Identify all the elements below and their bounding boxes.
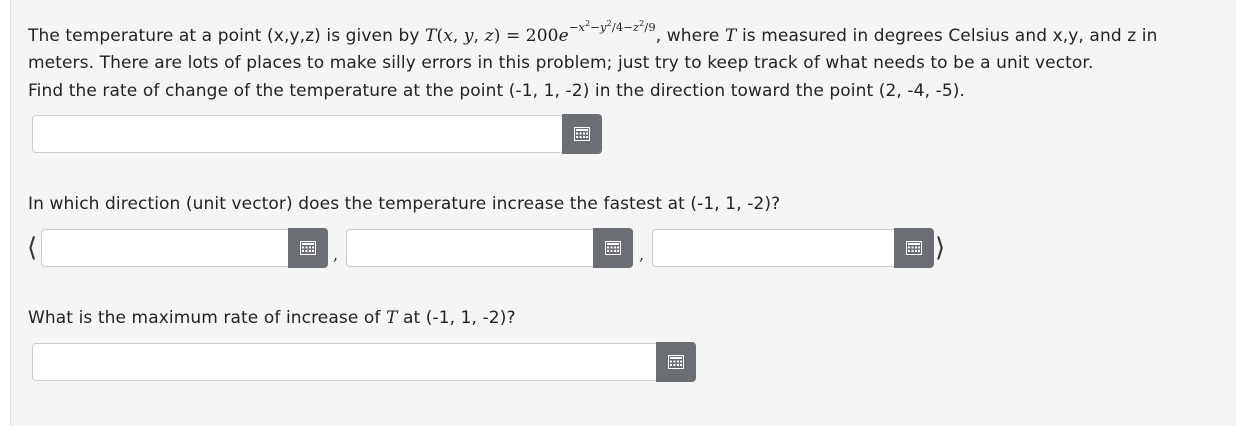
problem-intro: The temperature at a point (x,y,z) is gi… xyxy=(28,26,420,46)
max-rate-input[interactable] xyxy=(33,344,658,380)
T-symbol: T xyxy=(725,26,737,46)
problem-line-1: The temperature at a point (x,y,z) is gi… xyxy=(28,19,1158,47)
direction-z-input[interactable] xyxy=(653,230,897,266)
keypad-icon xyxy=(668,355,684,369)
max-rate-question: What is the maximum rate of increase of … xyxy=(28,308,516,328)
keypad-button-3[interactable] xyxy=(593,228,633,268)
problem-line-3: Find the rate of change of the temperatu… xyxy=(28,81,965,101)
keypad-button-2[interactable] xyxy=(288,228,328,268)
problem-line-2: meters. There are lots of places to make… xyxy=(28,53,1094,73)
direction-z-field[interactable] xyxy=(652,229,898,267)
direction-question: In which direction (unit vector) does th… xyxy=(28,194,781,214)
vector-close-bracket: ⟩ xyxy=(935,233,946,263)
direction-y-field[interactable] xyxy=(346,229,596,267)
vector-open-bracket: ⟨ xyxy=(27,233,38,263)
T-symbol: T xyxy=(386,308,398,328)
vector-comma-2: , xyxy=(639,245,645,264)
keypad-icon xyxy=(300,241,316,255)
keypad-button-4[interactable] xyxy=(894,228,934,268)
direction-x-field[interactable] xyxy=(41,229,291,267)
formula-exponent: −x2−y2/4−z2/9 xyxy=(568,19,656,34)
vector-comma-1: , xyxy=(333,245,339,264)
direction-x-input[interactable] xyxy=(42,230,290,266)
direction-y-input[interactable] xyxy=(347,230,595,266)
keypad-button-5[interactable] xyxy=(656,342,696,382)
rate-of-change-input[interactable] xyxy=(33,116,563,152)
temperature-formula: T(x, y, z) = 200e−x2−y2/4−z2/9 xyxy=(425,19,656,47)
rate-of-change-field[interactable] xyxy=(32,115,564,153)
keypad-icon xyxy=(574,127,590,141)
keypad-icon xyxy=(906,241,922,255)
keypad-button-1[interactable] xyxy=(562,114,602,154)
keypad-icon xyxy=(605,241,621,255)
max-rate-field[interactable] xyxy=(32,343,659,381)
